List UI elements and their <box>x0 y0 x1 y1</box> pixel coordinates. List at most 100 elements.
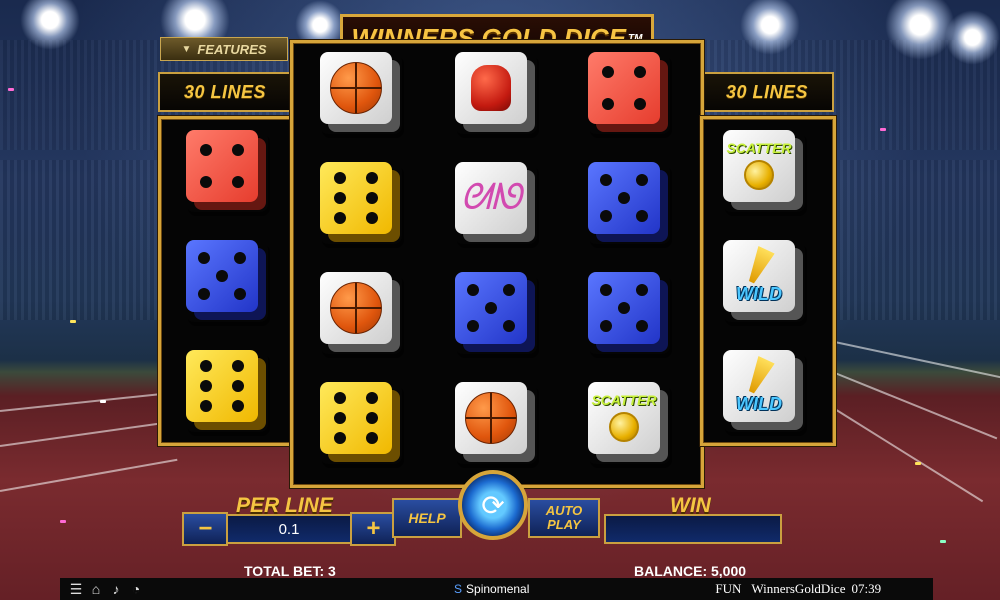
features-button[interactable]: ▼ FEATURES <box>160 37 288 61</box>
boxing-glove-symbol <box>455 52 537 134</box>
die-pip <box>366 432 378 444</box>
scatter-text: SCATTER <box>726 140 792 156</box>
die-pip <box>334 212 346 224</box>
sound-icon[interactable]: ♪ <box>106 581 126 597</box>
die-pip <box>234 252 246 264</box>
track-line <box>0 458 178 492</box>
auto-play-button[interactable]: AUTO PLAY <box>528 498 600 538</box>
ribbon-icon: ᘛᘚ <box>460 177 522 218</box>
track-line <box>829 405 984 503</box>
die-pip <box>366 212 378 224</box>
spinomenal-logo: S Spinomenal <box>454 582 529 596</box>
mode: FUN <box>715 581 742 596</box>
lines-left-text: 30 LINES <box>183 81 267 102</box>
wild-symbol: WILD <box>723 240 805 322</box>
minus-icon: − <box>197 515 212 542</box>
die-pip <box>636 320 648 332</box>
boxing-glove-icon <box>455 52 527 124</box>
die-pip <box>198 288 210 300</box>
die-pip <box>200 360 212 372</box>
spin-button[interactable]: ⟳ <box>458 470 528 540</box>
die-pip <box>334 392 346 404</box>
die-pip <box>334 192 346 204</box>
die-pip <box>232 144 244 156</box>
win-field <box>604 514 782 544</box>
die-pip <box>232 360 244 372</box>
confetti <box>915 462 921 465</box>
die-pip <box>200 144 212 156</box>
basketball-symbol <box>320 52 402 134</box>
wild-text: WILD <box>736 284 782 304</box>
help-label: HELP <box>408 510 446 526</box>
die-pip <box>334 432 346 444</box>
die-pip <box>636 174 648 186</box>
die-yellow-6 <box>320 162 402 244</box>
die-pip <box>618 302 630 314</box>
basketball-icon <box>320 272 392 344</box>
die-pip <box>200 400 212 412</box>
die-pip <box>232 400 244 412</box>
basketball-icon <box>320 52 392 124</box>
spinomenal-icon: S <box>454 582 463 596</box>
clock: 07:39 <box>851 581 882 596</box>
die-yellow-6 <box>320 382 402 464</box>
confetti <box>70 320 76 323</box>
basketball-icon <box>455 382 527 454</box>
game-id: WinnersGoldDice <box>751 581 846 596</box>
stadium-light <box>945 10 1000 65</box>
die-pip <box>600 210 612 222</box>
game-stage: WINNERS GOLD DICE TM ▼ FEATURES 30 LINES 3… <box>0 0 1000 600</box>
speed-icon[interactable]: ◔ <box>126 581 146 597</box>
die-pip <box>366 172 378 184</box>
die-pip <box>232 380 244 392</box>
die-pip <box>503 284 515 296</box>
basketball-symbol <box>455 382 537 464</box>
confetti <box>8 88 14 91</box>
wild-text: WILD <box>736 394 782 414</box>
die-pip <box>634 98 646 110</box>
die-pip <box>602 98 614 110</box>
die-pip <box>234 288 246 300</box>
basketball-symbol <box>320 272 402 354</box>
track-line <box>829 370 998 440</box>
die-pip <box>366 392 378 404</box>
die-red-4 <box>588 52 670 134</box>
scatter-symbol: SCATTER <box>723 130 805 212</box>
help-button[interactable]: HELP <box>392 498 462 538</box>
per-line-value: 0.1 <box>278 520 300 538</box>
wild-symbol: WILD <box>723 350 805 432</box>
die-pip <box>636 284 648 296</box>
menu-icon[interactable]: ☰ <box>66 581 86 598</box>
die-pip <box>200 176 212 188</box>
die-pip <box>636 210 648 222</box>
increase-bet-button[interactable]: + <box>350 512 396 546</box>
die-blue-5 <box>186 240 268 322</box>
per-line-field: 0.1 <box>226 514 352 544</box>
lines-badge-right: 30 LINES <box>700 72 834 112</box>
total-bet: TOTAL BET: 3 <box>244 563 336 579</box>
decrease-bet-button[interactable]: − <box>182 512 228 546</box>
confetti <box>100 400 106 403</box>
die-pip <box>467 284 479 296</box>
die-blue-5 <box>455 272 537 354</box>
die-pip <box>600 174 612 186</box>
die-blue-5 <box>588 272 670 354</box>
die-pip <box>467 320 479 332</box>
die-yellow-6 <box>186 350 268 432</box>
scatter-symbol: SCATTER <box>588 382 670 464</box>
features-label: FEATURES <box>197 41 267 57</box>
track-line <box>0 421 169 447</box>
die-pip <box>366 412 378 424</box>
lines-badge-left: 30 LINES <box>158 72 292 112</box>
lines-right-text: 30 LINES <box>725 81 809 102</box>
balance: BALANCE: 5,000 <box>634 563 747 579</box>
scatter-text: SCATTER <box>591 392 657 408</box>
spin-icon: ⟳ <box>481 489 505 521</box>
auto-play-label: AUTO PLAY <box>545 503 583 532</box>
die-pip <box>216 270 228 282</box>
confetti <box>60 520 66 523</box>
bottom-bar: ☰ ⌂ ♪ ◔ S Spinomenal FUN WinnersGoldDice… <box>60 578 933 600</box>
die-blue-5 <box>588 162 670 244</box>
die-pip <box>618 192 630 204</box>
home-icon[interactable]: ⌂ <box>86 581 106 597</box>
